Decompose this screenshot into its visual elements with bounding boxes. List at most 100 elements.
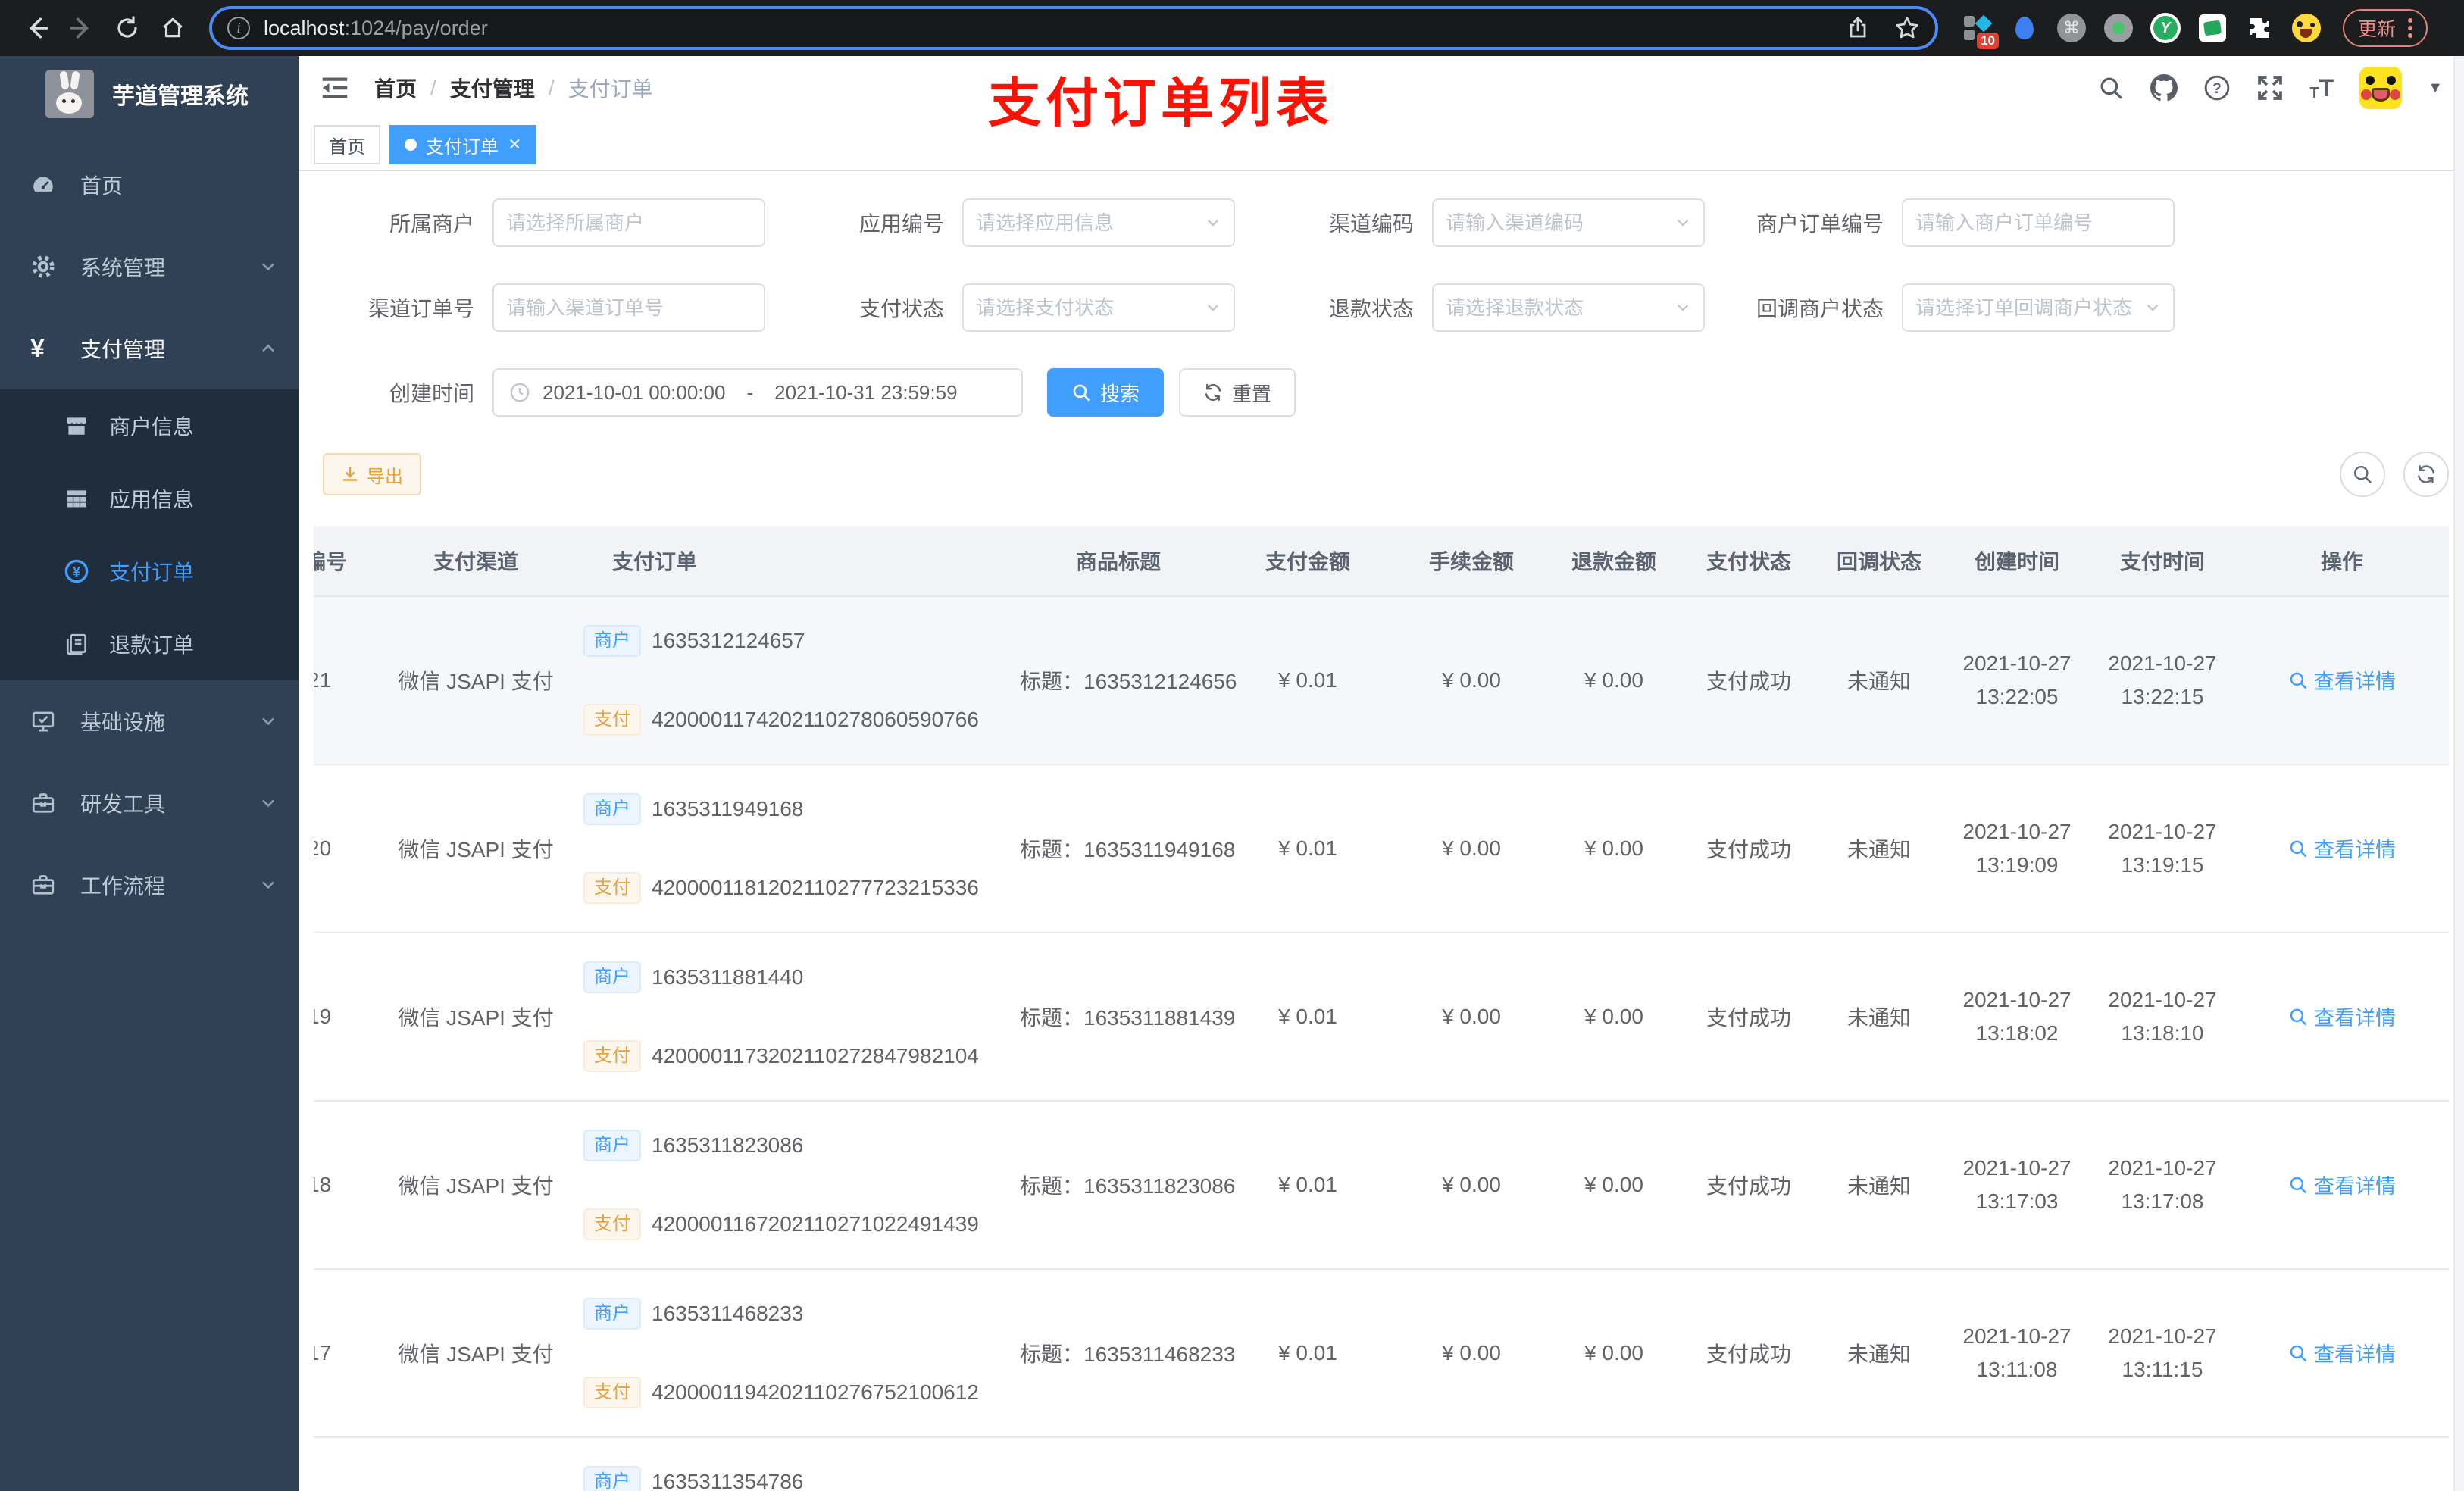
- sidebar-toggle-icon[interactable]: [320, 73, 350, 103]
- channel-order-no-input[interactable]: [492, 283, 765, 332]
- cell-pay-order: 商户 1635312124657 支付 42000011742021102780…: [571, 624, 1020, 736]
- view-detail-link[interactable]: 查看详情: [2288, 833, 2396, 863]
- channel-code-select[interactable]: [1432, 198, 1705, 247]
- magnifier-icon: [2290, 1177, 2306, 1193]
- view-detail-link[interactable]: 查看详情: [2288, 1170, 2396, 1199]
- extension-chat-icon[interactable]: [2197, 13, 2228, 43]
- sidebar-item-home[interactable]: 首页: [0, 144, 299, 226]
- merchant-tag: 商户: [583, 625, 641, 657]
- sidebar-item-merchant-info[interactable]: 商户信息: [0, 389, 299, 462]
- help-icon[interactable]: ?: [2203, 74, 2231, 102]
- fullscreen-icon[interactable]: [2256, 74, 2284, 102]
- extension-dot-icon[interactable]: [2103, 13, 2134, 43]
- cell-refund: ¥ 0.00: [1584, 836, 1643, 860]
- cell-fee: ¥ 0.00: [1442, 1341, 1501, 1364]
- orders-table: 编号 支付渠道 支付订单 商品标题 支付金额 手续金额 退款金额 支付状态 回调…: [314, 526, 2449, 1491]
- address-bar[interactable]: i localhost:1024/pay/order: [209, 6, 1938, 50]
- breadcrumb-home[interactable]: 首页: [374, 73, 417, 103]
- merchant-select[interactable]: [492, 198, 765, 247]
- view-detail-link[interactable]: 查看详情: [2288, 1338, 2396, 1368]
- extensions-puzzle-icon[interactable]: [2244, 13, 2275, 43]
- gear-icon: [30, 254, 56, 280]
- bookmark-star-icon[interactable]: [1894, 15, 1920, 41]
- sidebar-item-pay-order[interactable]: ¥ 支付订单: [0, 535, 299, 608]
- notify-status-select[interactable]: [1902, 283, 2175, 332]
- forward-icon[interactable]: [61, 7, 103, 49]
- tab-pay-order[interactable]: 支付订单 ✕: [389, 125, 537, 164]
- back-icon[interactable]: [15, 7, 58, 49]
- cell-refund: ¥ 0.00: [1584, 1173, 1643, 1196]
- date-range-picker[interactable]: 2021-10-01 00:00:00 - 2021-10-31 23:59:5…: [492, 368, 1023, 417]
- logo-image: [45, 70, 94, 118]
- window-scrollbar[interactable]: [2453, 56, 2464, 1491]
- app-select[interactable]: [962, 198, 1235, 247]
- active-dot: [405, 139, 417, 151]
- sidebar-item-system[interactable]: 系统管理: [0, 226, 299, 308]
- merchant-order-no-input[interactable]: [1902, 198, 2175, 247]
- home-icon[interactable]: [152, 7, 194, 49]
- cell-created: 2021-10-27 13:18:02: [1962, 988, 2072, 1045]
- share-icon[interactable]: [1846, 16, 1870, 40]
- font-size-icon[interactable]: TT: [2309, 74, 2334, 102]
- breadcrumb-payment[interactable]: 支付管理: [450, 73, 535, 103]
- refresh-button[interactable]: [2403, 452, 2449, 497]
- cell-title: 标题：1635311949168: [1020, 838, 1236, 861]
- filter-label-refund-status: 退款状态: [1328, 297, 1414, 320]
- table-row: 21 微信 JSAPI 支付 商户 1635312124657 支付 42000…: [314, 595, 2449, 764]
- table-row: 商户 1635311354786: [314, 1436, 2449, 1491]
- site-info-icon[interactable]: i: [227, 17, 250, 39]
- cell-id: 17: [314, 1341, 332, 1364]
- extension-y-icon[interactable]: Y: [2150, 13, 2181, 43]
- extension-badge: 10: [1977, 33, 1999, 49]
- sidebar-item-infra[interactable]: 基础设施: [0, 680, 299, 762]
- cell-pay-order: 商户 1635311354786: [571, 1465, 1020, 1491]
- cell-refund: ¥ 0.00: [1584, 1005, 1643, 1028]
- toggle-search-button[interactable]: [2340, 452, 2385, 497]
- app-logo[interactable]: 芋道管理系统: [0, 56, 299, 132]
- sidebar-item-workflow[interactable]: 工作流程: [0, 844, 299, 926]
- github-icon[interactable]: [2150, 74, 2178, 102]
- cell-notify: 未通知: [1846, 670, 1911, 693]
- avatar-caret-icon[interactable]: ▼: [2428, 80, 2443, 97]
- tab-home[interactable]: 首页: [314, 125, 380, 164]
- reload-icon[interactable]: [106, 7, 149, 49]
- cell-refund: ¥ 0.00: [1584, 1341, 1643, 1364]
- browser-menu-icon[interactable]: [2408, 18, 2413, 38]
- pay-status-select[interactable]: [962, 283, 1235, 332]
- extension-command-icon[interactable]: ⌘: [2056, 13, 2087, 43]
- cell-paid: 2021-10-27 13:18:10: [2108, 988, 2217, 1045]
- url-text: localhost:1024/pay/order: [264, 16, 488, 39]
- search-button[interactable]: 搜索: [1047, 368, 1165, 417]
- cell-created: 2021-10-27 13:17:03: [1962, 1156, 2072, 1213]
- extension-vue-perf-icon[interactable]: 10: [1962, 13, 1999, 49]
- refund-status-select[interactable]: [1432, 283, 1705, 332]
- close-icon[interactable]: ✕: [508, 135, 521, 155]
- sidebar-item-payment[interactable]: ¥ 支付管理: [0, 308, 299, 389]
- cell-fee: ¥ 0.00: [1442, 668, 1501, 692]
- briefcase-icon: [30, 872, 56, 898]
- cell-id: 18: [314, 1173, 332, 1196]
- merchant-tag: 商户: [583, 793, 641, 825]
- date-start: 2021-10-01 00:00:00: [543, 380, 726, 404]
- table-row: 20 微信 JSAPI 支付 商户 1635311949168 支付 42000…: [314, 764, 2449, 932]
- view-detail-link[interactable]: 查看详情: [2288, 665, 2396, 695]
- sidebar-item-dev-tools[interactable]: 研发工具: [0, 762, 299, 844]
- cell-pay-order: 商户 1635311881440 支付 42000011732021102728…: [571, 961, 1020, 1073]
- chevron-down-icon: [1674, 214, 1691, 231]
- chrome-update-button[interactable]: 更新: [2343, 9, 2428, 47]
- extension-balloon-icon[interactable]: [2009, 13, 2040, 43]
- sidebar-item-app-info[interactable]: 应用信息: [0, 462, 299, 535]
- view-detail-link[interactable]: 查看详情: [2288, 1002, 2396, 1031]
- cell-title: 标题：1635311468233: [1020, 1343, 1236, 1366]
- shop-icon: [64, 413, 89, 439]
- export-button[interactable]: 导出: [323, 453, 421, 495]
- sidebar-item-refund-order[interactable]: 退款订单: [0, 608, 299, 680]
- cell-title: 标题：1635311823086: [1020, 1174, 1236, 1198]
- table-row: 18 微信 JSAPI 支付 商户 1635311823086 支付 42000…: [314, 1100, 2449, 1268]
- search-icon[interactable]: [2097, 74, 2125, 102]
- reset-button[interactable]: 重置: [1179, 368, 1296, 417]
- chevron-down-icon: [259, 794, 277, 812]
- extension-emoji-icon[interactable]: [2291, 13, 2322, 43]
- avatar[interactable]: [2359, 67, 2403, 109]
- cell-channel: 微信 JSAPI 支付: [398, 838, 554, 861]
